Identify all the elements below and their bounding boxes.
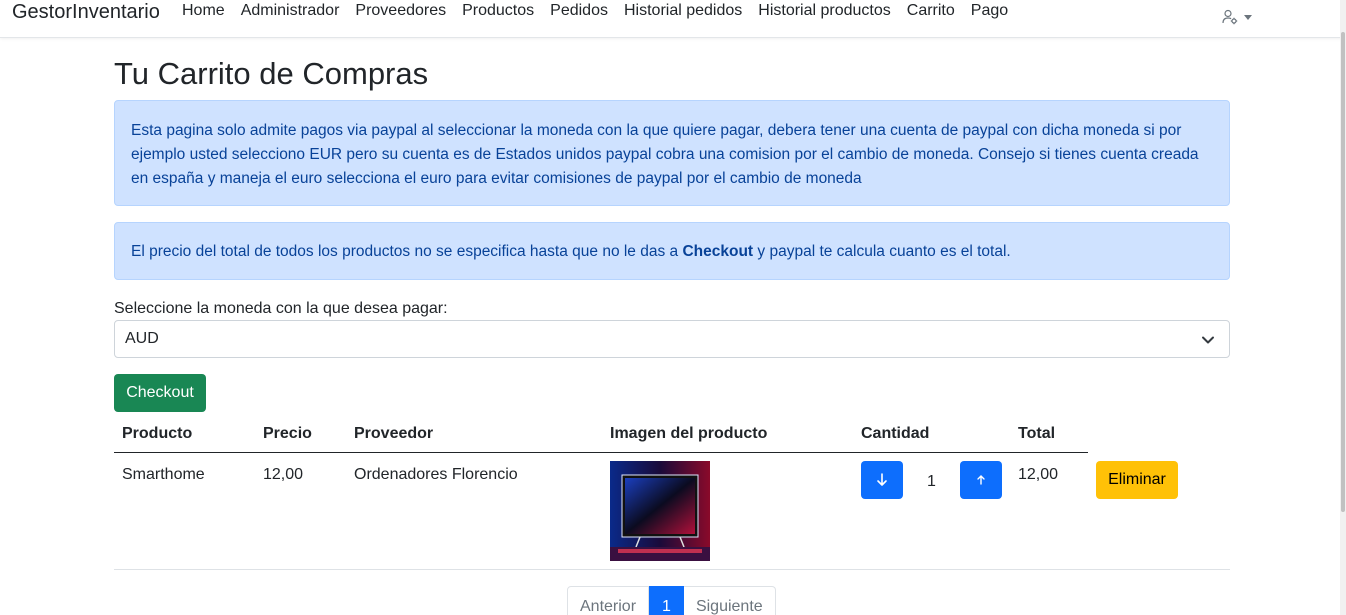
col-header-precio: Precio (263, 425, 312, 442)
col-header-cantidad: Cantidad (861, 425, 930, 442)
cell-supplier: Ordenadores Florencio (354, 466, 518, 483)
currency-selected-value: AUD (125, 330, 159, 347)
increase-quantity-button[interactable] (960, 461, 1002, 499)
caret-down-icon (1244, 14, 1252, 20)
nav-productos[interactable]: Productos (462, 2, 534, 20)
nav-carrito[interactable]: Carrito (907, 2, 955, 20)
brand-link[interactable]: GestorInventario (12, 1, 160, 24)
currency-select[interactable]: AUD (114, 320, 1230, 358)
cell-total: 12,00 (1018, 466, 1059, 483)
alert-text-bold: Checkout (682, 243, 754, 260)
pagination-prev[interactable]: Anterior (567, 586, 650, 615)
cell-product-name: Smarthome (122, 466, 205, 483)
page-title: Tu Carrito de Compras (114, 56, 429, 91)
user-settings-icon (1222, 9, 1238, 25)
user-menu-toggle[interactable] (1222, 9, 1252, 25)
checkout-button[interactable]: Checkout (114, 374, 206, 412)
nav-links: Home Administrador Proveedores Productos… (182, 2, 1008, 20)
nav-pago[interactable]: Pago (971, 2, 1008, 20)
alert-text-before: El precio del total de todos los product… (131, 243, 683, 260)
nav-pedidos[interactable]: Pedidos (550, 2, 608, 20)
nav-proveedores[interactable]: Proveedores (355, 2, 446, 20)
alert-text-after: y paypal te calcula cuanto es el total. (753, 243, 1011, 260)
pagination-page-1[interactable]: 1 (649, 586, 684, 615)
nav-historial-productos[interactable]: Historial productos (758, 2, 891, 20)
nav-home[interactable]: Home (182, 2, 225, 20)
table-header-divider (114, 452, 1088, 453)
arrow-down-icon (877, 473, 887, 486)
paypal-info-alert: Esta pagina solo admite pagos via paypal… (114, 100, 1230, 206)
cell-price: 12,00 (263, 466, 304, 483)
product-image (610, 461, 710, 561)
pagination: Anterior 1 Siguiente (567, 586, 776, 615)
col-header-total: Total (1018, 425, 1056, 442)
table-row-divider (114, 569, 1230, 570)
quantity-value: 1 (927, 473, 936, 490)
arrow-up-icon (977, 475, 985, 485)
scrollbar-thumb[interactable] (1341, 32, 1345, 512)
nav-administrador[interactable]: Administrador (241, 2, 340, 20)
navbar: GestorInventario Home Administrador Prov… (0, 0, 1346, 38)
nav-historial-pedidos[interactable]: Historial pedidos (624, 2, 742, 20)
decrease-quantity-button[interactable] (861, 461, 903, 499)
total-info-alert: El precio del total de todos los product… (114, 222, 1230, 280)
pagination-next[interactable]: Siguiente (683, 586, 776, 615)
col-header-producto: Producto (122, 425, 193, 442)
delete-item-button[interactable]: Eliminar (1096, 461, 1178, 499)
chevron-down-icon (1202, 336, 1214, 344)
col-header-imagen: Imagen del producto (610, 425, 768, 442)
col-header-proveedor: Proveedor (354, 425, 434, 442)
currency-label: Seleccione la moneda con la que desea pa… (114, 300, 448, 317)
